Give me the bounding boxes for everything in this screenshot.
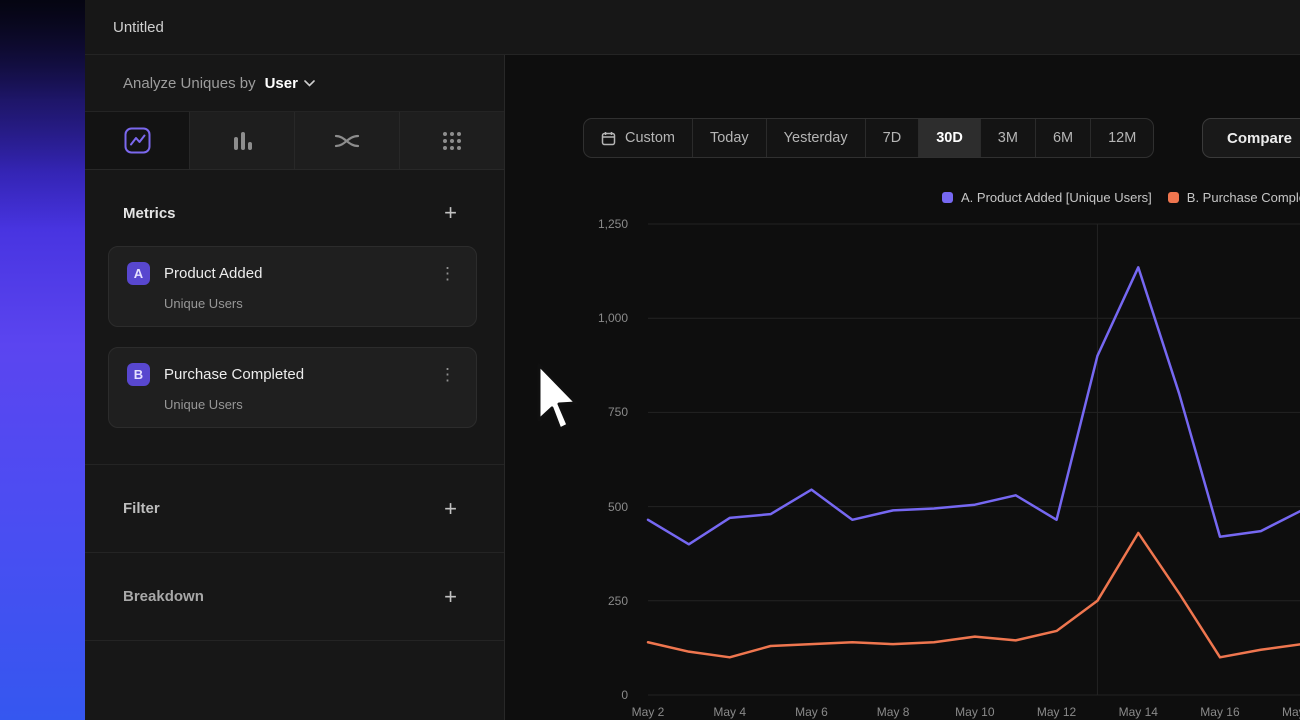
metric-card-a[interactable]: A Product Added ⋮ Unique Users xyxy=(108,246,477,327)
report-title[interactable]: Untitled xyxy=(113,19,164,36)
calendar-icon xyxy=(601,131,616,146)
line-chart-icon xyxy=(124,127,151,154)
metric-title: Purchase Completed xyxy=(164,366,423,383)
add-filter-button[interactable]: + xyxy=(444,498,457,520)
metrics-section: Metrics + A Product Added ⋮ Unique Users xyxy=(85,170,504,464)
analyze-by-row: Analyze Uniques by User xyxy=(85,55,504,112)
x-axis-label: May 18 xyxy=(1267,705,1300,719)
filter-section: Filter + xyxy=(85,464,504,552)
metrics-heading: Metrics xyxy=(123,205,176,222)
range-button-today[interactable]: Today xyxy=(692,119,766,157)
kebab-menu-icon[interactable]: ⋮ xyxy=(437,264,458,284)
chevron-down-icon xyxy=(304,80,315,87)
range-button-7d[interactable]: 7D xyxy=(865,119,919,157)
range-button-3m[interactable]: 3M xyxy=(980,119,1035,157)
grid-dots-icon xyxy=(440,129,464,153)
metric-title: Product Added xyxy=(164,265,423,282)
chart-type-tabs xyxy=(85,112,504,170)
x-axis-label: May 6 xyxy=(776,705,846,719)
x-axis-label: May 14 xyxy=(1103,705,1173,719)
x-axis-label: May 12 xyxy=(1022,705,1092,719)
brand-gradient-strip xyxy=(0,0,85,720)
date-range-group: CustomTodayYesterday7D30D3M6M12M xyxy=(583,118,1154,158)
x-axis-label: May 4 xyxy=(695,705,765,719)
app-window: Untitled Analyze Uniques by User xyxy=(0,0,1300,720)
analyze-by-selector[interactable]: User xyxy=(265,75,315,92)
filter-heading: Filter xyxy=(123,500,160,517)
y-axis-label: 500 xyxy=(505,500,628,514)
compare-button[interactable]: Compare xyxy=(1202,118,1300,158)
tab-bar-chart[interactable] xyxy=(190,112,295,169)
add-breakdown-button[interactable]: + xyxy=(444,586,457,608)
x-axis-label: May 16 xyxy=(1185,705,1255,719)
legend-swatch xyxy=(1168,192,1179,203)
chart-panel: CustomTodayYesterday7D30D3M6M12M Compare… xyxy=(505,55,1300,720)
tab-insights[interactable] xyxy=(85,112,190,169)
legend-swatch xyxy=(942,192,953,203)
add-metric-button[interactable]: + xyxy=(444,202,457,224)
x-axis-label: May 8 xyxy=(858,705,928,719)
range-button-custom[interactable]: Custom xyxy=(584,119,692,157)
tab-retention[interactable] xyxy=(400,112,504,169)
chart-legend: A. Product Added [Unique Users] B. Purch… xyxy=(942,190,1300,205)
tab-flow[interactable] xyxy=(295,112,400,169)
y-axis-label: 750 xyxy=(505,405,628,419)
sidebar: Analyze Uniques by User xyxy=(85,55,505,720)
x-axis-label: May 2 xyxy=(613,705,683,719)
flow-icon xyxy=(334,130,360,152)
metric-card-b[interactable]: B Purchase Completed ⋮ Unique Users xyxy=(108,347,477,428)
y-axis-label: 1,000 xyxy=(505,311,628,325)
metric-subtitle[interactable]: Unique Users xyxy=(164,296,458,311)
legend-item-b[interactable]: B. Purchase Completed [Unique Users] xyxy=(1168,190,1300,205)
breakdown-heading: Breakdown xyxy=(123,588,204,605)
range-button-12m[interactable]: 12M xyxy=(1090,119,1153,157)
range-button-6m[interactable]: 6M xyxy=(1035,119,1090,157)
legend-item-a[interactable]: A. Product Added [Unique Users] xyxy=(942,190,1152,205)
topbar: Untitled xyxy=(85,0,1300,55)
bar-chart-icon xyxy=(230,129,254,153)
range-button-30d[interactable]: 30D xyxy=(918,119,980,157)
analyze-by-label: Analyze Uniques by xyxy=(123,75,256,92)
y-axis-label: 0 xyxy=(505,688,628,702)
range-button-yesterday[interactable]: Yesterday xyxy=(766,119,865,157)
analyze-by-value: User xyxy=(265,75,298,92)
metric-badge-b: B xyxy=(127,363,150,386)
x-axis-label: May 10 xyxy=(940,705,1010,719)
section-divider xyxy=(85,640,504,641)
kebab-menu-icon[interactable]: ⋮ xyxy=(437,365,458,385)
legend-label: A. Product Added [Unique Users] xyxy=(961,190,1152,205)
metric-badge-a: A xyxy=(127,262,150,285)
legend-label: B. Purchase Completed [Unique Users] xyxy=(1187,190,1300,205)
breakdown-section: Breakdown + xyxy=(85,552,504,640)
metric-subtitle[interactable]: Unique Users xyxy=(164,397,458,412)
y-axis-label: 1,250 xyxy=(505,217,628,231)
y-axis-label: 250 xyxy=(505,594,628,608)
